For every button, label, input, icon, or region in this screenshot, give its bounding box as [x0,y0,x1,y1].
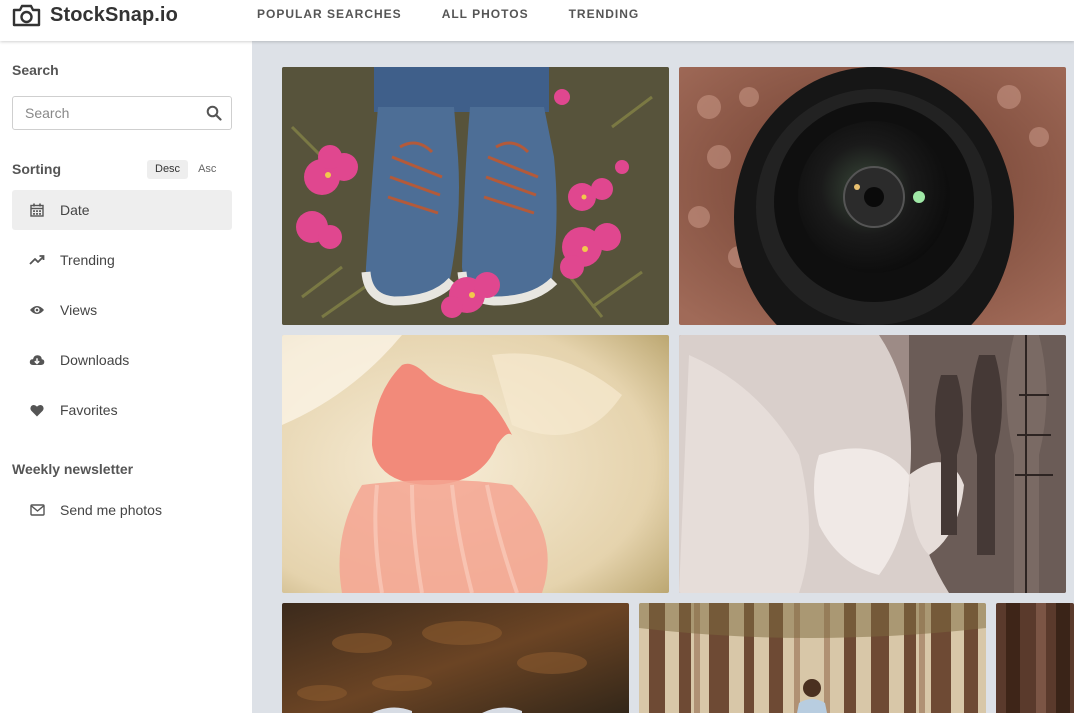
sort-item-date[interactable]: Date [12,190,232,230]
top-nav: POPULAR SEARCHES ALL PHOTOS TRENDING [257,7,679,21]
send-me-photos-link[interactable]: Send me photos [12,490,232,530]
envelope-icon [29,502,45,518]
photo-image [679,335,1066,593]
sort-order-toggle: Desc Asc [147,160,226,179]
sort-desc-button[interactable]: Desc [147,160,189,179]
sort-item-label: Favorites [60,402,118,418]
top-header: StockSnap.io POPULAR SEARCHES ALL PHOTOS… [0,0,1074,41]
photo-image [639,603,986,713]
eye-icon [29,302,45,318]
sorting-heading: Sorting [12,161,61,177]
newsletter-item-label: Send me photos [60,502,162,518]
heart-icon [29,402,45,418]
sort-item-favorites[interactable]: Favorites [12,390,232,430]
photo-tile-forest[interactable] [996,603,1074,713]
sidebar: Search Sorting Desc Asc Date [0,41,252,713]
sort-item-label: Downloads [60,352,130,368]
search-input[interactable] [13,97,198,129]
photo-image [996,603,1074,713]
search-box [12,96,232,130]
photo-tile-autumn-shoes[interactable] [282,603,629,713]
sort-item-label: Date [60,202,90,218]
camera-icon [12,4,41,27]
brand-name: StockSnap.io [50,3,178,26]
newsletter-heading: Weekly newsletter [12,461,134,477]
photo-image [282,335,669,593]
nav-popular-searches[interactable]: POPULAR SEARCHES [257,7,402,21]
calendar-icon [29,202,45,218]
photo-tile-dress-forms[interactable] [679,335,1066,593]
search-icon[interactable] [206,105,222,121]
search-heading: Search [12,62,59,78]
sort-item-downloads[interactable]: Downloads [12,340,232,380]
photo-image [282,603,629,713]
photo-tile-sneakers[interactable] [282,67,669,325]
photo-tile-heart-dress[interactable] [282,335,669,593]
cloud-download-icon [29,352,45,368]
sort-asc-button[interactable]: Asc [190,160,224,179]
photo-tile-forest-woman[interactable] [639,603,986,713]
nav-all-photos[interactable]: ALL PHOTOS [442,7,529,21]
trending-icon [29,252,45,268]
photo-gallery [252,41,1074,713]
nav-trending[interactable]: TRENDING [569,7,640,21]
photo-image [282,67,669,325]
sort-item-label: Trending [60,252,115,268]
photo-image [679,67,1066,325]
sort-item-label: Views [60,302,98,318]
sort-item-trending[interactable]: Trending [12,240,232,280]
photo-tile-camera-lens[interactable] [679,67,1066,325]
brand-logo[interactable]: StockSnap.io [12,2,178,28]
sort-item-views[interactable]: Views [12,290,232,330]
